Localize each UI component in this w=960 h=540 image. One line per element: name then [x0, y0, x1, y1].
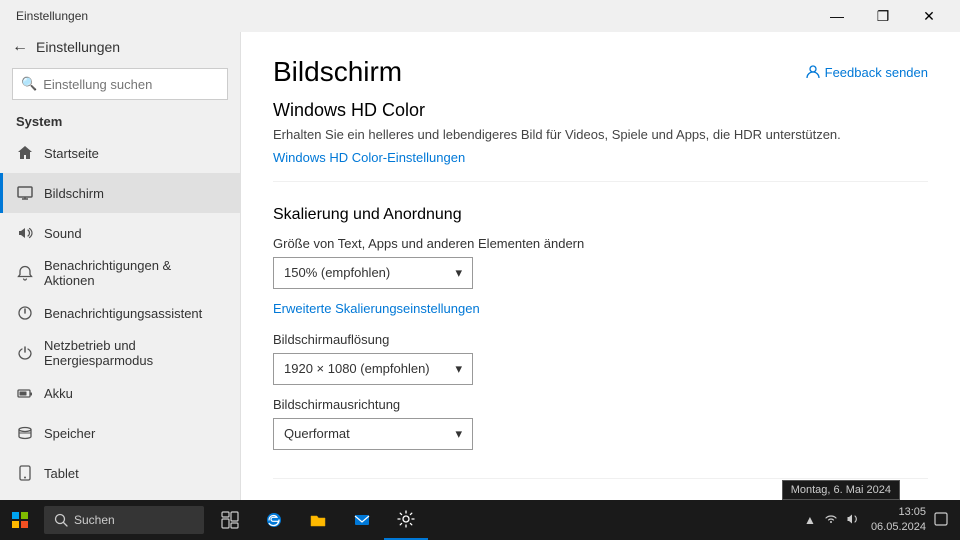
taskbar-search-icon	[54, 513, 68, 527]
app-body: ← Einstellungen 🔍 System Startseite	[0, 32, 960, 500]
resolution-dropdown[interactable]: 1920 × 1080 (empfohlen) ▾	[273, 353, 473, 385]
orientation-dropdown-arrow: ▾	[455, 426, 462, 442]
sidebar-label-netzbetrieb: Netzbetrieb und Energiesparmodus	[44, 338, 224, 368]
sidebar-label-speicher: Speicher	[44, 426, 95, 441]
hdr-description: Erhalten Sie ein helleres und lebendiger…	[273, 125, 928, 145]
system-label: System	[0, 108, 240, 133]
sidebar-item-bildschirm[interactable]: Bildschirm	[0, 173, 240, 213]
focus-assist-icon	[16, 304, 34, 322]
sidebar-item-akku[interactable]: Akku	[0, 373, 240, 413]
scaling-title: Skalierung und Anordnung	[273, 206, 928, 224]
start-button[interactable]	[0, 500, 40, 540]
date-tooltip: Montag, 6. Mai 2024	[782, 480, 900, 500]
sidebar-item-multitasking[interactable]: Multitasking	[0, 493, 240, 500]
sidebar-search-area: 🔍	[0, 60, 240, 108]
search-input[interactable]	[43, 77, 219, 92]
settings-icon	[397, 510, 415, 528]
hdr-title: Windows HD Color	[273, 100, 928, 121]
scale-label: Größe von Text, Apps und anderen Element…	[273, 236, 928, 251]
scale-value: 150% (empfohlen)	[284, 265, 390, 280]
sidebar-label-bildschirm: Bildschirm	[44, 186, 104, 201]
back-button[interactable]: ←	[12, 38, 28, 56]
storage-icon	[16, 424, 34, 442]
restore-button[interactable]: ❐	[860, 0, 906, 32]
search-box[interactable]: 🔍	[12, 68, 228, 100]
hdr-link[interactable]: Windows HD Color-Einstellungen	[273, 150, 465, 165]
search-icon: 🔍	[21, 76, 37, 92]
minimize-button[interactable]: —	[814, 0, 860, 32]
power-icon	[16, 344, 34, 362]
sidebar-label-sound: Sound	[44, 226, 82, 241]
scaling-section: Skalierung und Anordnung Größe von Text,…	[273, 206, 928, 479]
resolution-value: 1920 × 1080 (empfohlen)	[284, 361, 430, 376]
feedback-label[interactable]: Feedback senden	[825, 65, 928, 80]
home-icon	[16, 144, 34, 162]
taskbar-left: Suchen	[0, 500, 428, 540]
sidebar-item-benachrichtigungen[interactable]: Benachrichtigungen & Aktionen	[0, 253, 240, 293]
sidebar-label-benachrichtigungen: Benachrichtigungen & Aktionen	[44, 258, 224, 288]
date-tooltip-text: Montag, 6. Mai 2024	[791, 484, 891, 496]
sys-tray: ▲	[801, 512, 863, 529]
titlebar-left: Einstellungen	[8, 9, 88, 23]
header-row: Bildschirm Feedback senden	[273, 56, 928, 92]
taskbar-settings[interactable]	[384, 500, 428, 540]
wifi-icon[interactable]	[821, 512, 841, 529]
feedback-button[interactable]: Feedback senden	[805, 64, 928, 80]
taskbar-explorer[interactable]	[296, 500, 340, 540]
page-title: Bildschirm	[273, 56, 402, 88]
taskbar-task-view[interactable]	[208, 500, 252, 540]
sidebar-item-startseite[interactable]: Startseite	[0, 133, 240, 173]
sidebar-item-benachrichtigungsassistent[interactable]: Benachrichtigungsassistent	[0, 293, 240, 333]
orientation-dropdown[interactable]: Querformat ▾	[273, 418, 473, 450]
volume-icon[interactable]	[843, 512, 863, 529]
sidebar: ← Einstellungen 🔍 System Startseite	[0, 32, 241, 500]
close-button[interactable]: ✕	[906, 0, 952, 32]
orientation-value: Querformat	[284, 426, 350, 441]
mail-icon	[353, 511, 371, 529]
clock-date: 06.05.2024	[871, 520, 926, 535]
sidebar-item-netzbetrieb[interactable]: Netzbetrieb und Energiesparmodus	[0, 333, 240, 373]
taskbar-right: ▲ 13:05 06.05.2024 Montag, 6. Mai 2024	[793, 505, 960, 536]
title-bar: Einstellungen — ❐ ✕	[0, 0, 960, 32]
sound-icon	[16, 224, 34, 242]
tray-arrow[interactable]: ▲	[801, 513, 819, 527]
person-icon	[805, 64, 821, 80]
taskbar-search-label: Suchen	[74, 513, 115, 527]
scale-dropdown[interactable]: 150% (empfohlen) ▾	[273, 257, 473, 289]
clock-display[interactable]: 13:05 06.05.2024	[867, 505, 930, 536]
windows-icon	[11, 511, 29, 529]
display-icon	[16, 184, 34, 202]
clock-time: 13:05	[871, 505, 926, 520]
tablet-icon	[16, 464, 34, 482]
sidebar-item-speicher[interactable]: Speicher	[0, 413, 240, 453]
taskbar-edge[interactable]	[252, 500, 296, 540]
battery-icon	[16, 384, 34, 402]
sidebar-item-tablet[interactable]: Tablet	[0, 453, 240, 493]
taskbar-mail[interactable]	[340, 500, 384, 540]
taskbar-search[interactable]: Suchen	[44, 506, 204, 534]
app-title: Einstellungen	[8, 9, 88, 23]
sidebar-items: Startseite Bildschirm Sound	[0, 133, 240, 500]
notification-center-button[interactable]	[930, 512, 952, 529]
titlebar-controls: — ❐ ✕	[814, 0, 952, 32]
explorer-icon	[309, 511, 327, 529]
sidebar-label-akku: Akku	[44, 386, 73, 401]
scale-dropdown-arrow: ▾	[455, 265, 462, 281]
advanced-scaling-link[interactable]: Erweiterte Skalierungseinstellungen	[273, 301, 928, 316]
sidebar-label-benachrichtigungsassistent: Benachrichtigungsassistent	[44, 306, 202, 321]
resolution-label: Bildschirmauflösung	[273, 332, 928, 347]
settings-title: Einstellungen	[36, 39, 120, 55]
resolution-dropdown-arrow: ▾	[455, 361, 462, 377]
taskbar: Suchen	[0, 500, 960, 540]
edge-icon	[265, 511, 283, 529]
sidebar-label-tablet: Tablet	[44, 466, 79, 481]
taskbar-apps	[208, 500, 428, 540]
hdr-section: Windows HD Color Erhalten Sie ein heller…	[273, 100, 928, 182]
sidebar-label-startseite: Startseite	[44, 146, 99, 161]
orientation-label: Bildschirmausrichtung	[273, 397, 928, 412]
task-view-icon	[221, 511, 239, 529]
notification-icon	[16, 264, 34, 282]
sidebar-item-sound[interactable]: Sound	[0, 213, 240, 253]
main-content: Bildschirm Feedback senden Windows HD Co…	[241, 32, 960, 500]
